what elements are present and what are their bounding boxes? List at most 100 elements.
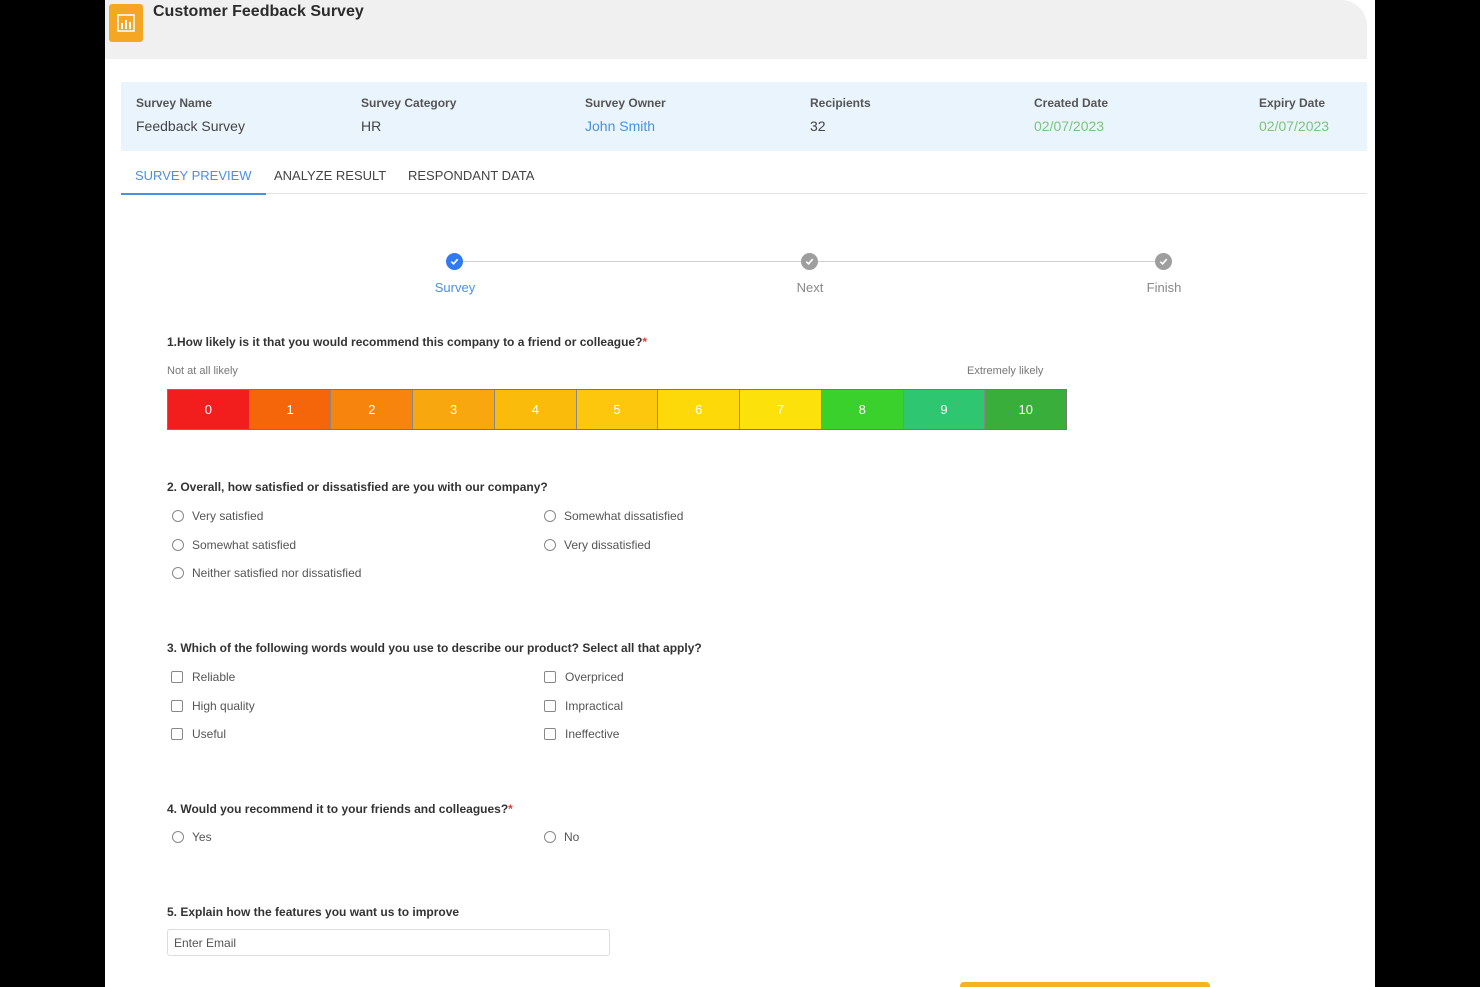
question-3-title: 3. Which of the following words would yo… [167,641,702,655]
improvement-input[interactable] [167,929,610,956]
step-label-next: Next [796,280,824,295]
info-survey-category: Survey Category HR [361,96,456,134]
option-label: Very satisfied [192,509,264,523]
info-survey-owner: Survey Owner John Smith [585,96,666,134]
info-recipients: Recipients 32 [810,96,871,134]
info-label: Expiry Date [1259,96,1326,110]
info-label: Recipients [810,96,871,110]
option-label: Very dissatisfied [564,538,651,552]
scale-low-label: Not at all likely [167,365,238,377]
survey-page: Customer Feedback Survey Survey Name Fee… [105,0,1375,987]
required-marker: * [642,335,648,349]
nps-score-5[interactable]: 5 [576,390,659,429]
checkbox[interactable] [544,671,556,683]
radio-button[interactable] [544,539,556,551]
option-label: Useful [192,727,227,741]
option-label: Neither satisfied nor dissatisfied [192,566,362,580]
q3-option[interactable]: Reliable [171,670,235,684]
option-label: No [564,830,580,844]
step-connector [809,261,1163,262]
info-value: 02/07/2023 [1259,118,1330,134]
info-label: Survey Category [361,96,457,110]
radio-button[interactable] [172,539,184,551]
radio-button[interactable] [544,510,556,522]
info-label: Created Date [1034,96,1109,110]
q3-option[interactable]: Impractical [544,699,623,713]
checkbox[interactable] [544,700,556,712]
info-label: Survey Owner [585,96,666,110]
tab-survey-preview[interactable]: SURVEY PREVIEW [121,168,266,195]
question-1-title: 1.How likely is it that you would recomm… [167,335,647,349]
nps-score-2[interactable]: 2 [331,390,414,429]
checkbox[interactable] [171,728,183,740]
checkbox[interactable] [544,728,556,740]
question-5-title: 5. Explain how the features you want us … [167,905,460,919]
nps-score-3[interactable]: 3 [413,390,495,429]
q3-option[interactable]: Ineffective [544,727,619,741]
radio-button[interactable] [172,831,184,843]
step-connector [454,261,809,262]
question-4-title: 4. Would you recommend it to your friend… [167,802,513,816]
option-label: Ineffective [565,727,620,741]
option-label: Somewhat satisfied [192,538,297,552]
radio-button[interactable] [172,567,184,579]
q3-option[interactable]: High quality [171,699,255,713]
page-title: Customer Feedback Survey [153,3,364,20]
question-text: 1.How likely is it that you would recomm… [167,335,643,349]
info-value: 02/07/2023 [1034,118,1105,134]
nps-score-6[interactable]: 6 [658,390,741,429]
checkbox[interactable] [171,700,183,712]
option-label: Somewhat dissatisfied [564,509,684,523]
info-value: 32 [810,118,826,134]
nps-score-7[interactable]: 7 [740,390,822,429]
nps-score-10[interactable]: 10 [985,390,1067,429]
survey-owner-link[interactable]: John Smith [585,118,666,134]
submit-button[interactable] [960,982,1210,987]
nps-score-9[interactable]: 9 [903,390,986,429]
q4-option-yes[interactable]: Yes [172,830,212,844]
check-icon [801,253,818,270]
info-value: HR [361,118,382,134]
info-survey-name: Survey Name Feedback Survey [136,96,245,134]
check-icon [1155,253,1172,270]
scale-high-label: Extremely likely [967,365,1044,377]
progress-stepper: Survey Next Finish [435,250,1181,300]
bar-chart-icon [109,4,143,42]
nps-score-4[interactable]: 4 [494,390,577,429]
nps-score-8[interactable]: 8 [821,390,904,429]
option-label: Impractical [565,699,624,713]
nps-score-1[interactable]: 1 [249,390,332,429]
survey-info-panel: Survey Name Feedback Survey Survey Categ… [121,82,1367,151]
radio-button[interactable] [544,831,556,843]
nps-score-0[interactable]: 0 [168,390,250,429]
required-marker: * [508,802,513,816]
option-label: Yes [192,830,212,844]
q3-option[interactable]: Overpriced [544,670,624,684]
info-expiry-date: Expiry Date 02/07/2023 [1259,96,1329,134]
check-icon [446,253,463,270]
q2-option[interactable]: Somewhat dissatisfied [544,509,683,523]
tab-respondant-data[interactable]: RESPONDANT DATA [408,168,534,193]
info-label: Survey Name [136,96,213,110]
radio-button[interactable] [172,510,184,522]
step-label-survey: Survey [434,280,476,295]
q2-option[interactable]: Very satisfied [172,509,263,523]
question-text: 4. Would you recommend it to your friend… [167,802,509,816]
option-label: Overpriced [565,670,624,684]
app-header: Customer Feedback Survey [105,0,1367,59]
q2-option[interactable]: Very dissatisfied [544,538,651,552]
option-label: Reliable [192,670,236,684]
tab-analyze-result[interactable]: ANALYZE RESULT [274,168,386,193]
info-created-date: Created Date 02/07/2023 [1034,96,1108,134]
step-label-finish: Finish [1146,280,1182,295]
q3-option[interactable]: Useful [171,727,226,741]
q2-option[interactable]: Somewhat satisfied [172,538,296,552]
q4-option-no[interactable]: No [544,830,579,844]
tab-bar: SURVEY PREVIEW ANALYZE RESULT RESPONDANT… [121,160,1367,195]
option-label: High quality [192,699,255,713]
question-2-title: 2. Overall, how satisfied or dissatisfie… [167,480,548,494]
checkbox[interactable] [171,671,183,683]
q2-option[interactable]: Neither satisfied nor dissatisfied [172,566,361,580]
nps-scale: 0 1 2 3 4 5 6 7 8 9 10 [167,389,1067,430]
info-value: Feedback Survey [136,118,245,134]
